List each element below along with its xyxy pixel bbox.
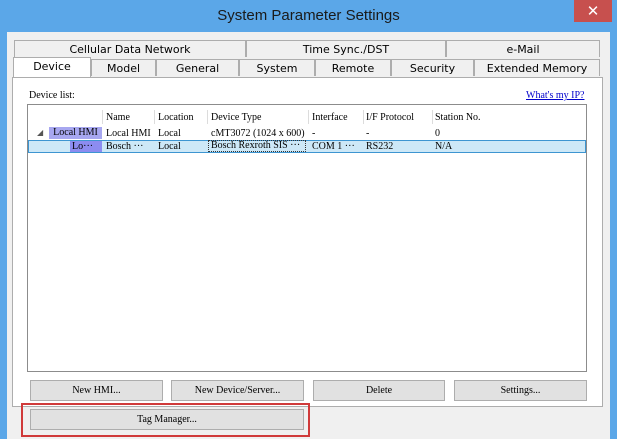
expand-icon[interactable]: ◢ [37,128,43,137]
row2-name: Bosch ··· [106,141,144,152]
tab-model[interactable]: Model [91,59,156,76]
tab-security[interactable]: Security [391,59,474,76]
new-device-server-button[interactable]: New Device/Server... [171,380,304,401]
header-separator [154,110,155,124]
tab-extended-memory[interactable]: Extended Memory [474,59,600,76]
column-header-station[interactable]: Station No. [435,112,481,123]
row1-location: Local [158,128,181,139]
row2-interface: COM 1 ··· [312,141,355,152]
title-bar[interactable]: System Parameter Settings ✕ [0,0,617,32]
column-header-interface[interactable]: Interface [312,112,348,123]
column-header-device-type[interactable]: Device Type [211,112,261,123]
tree-node-local-hmi[interactable]: Local HMI [49,127,102,139]
window-title: System Parameter Settings [217,7,400,24]
tab-time-sync-dst[interactable]: Time Sync./DST [246,40,446,57]
row1-interface: - [312,128,316,139]
header-separator [363,110,364,124]
tab-email[interactable]: e-Mail [446,40,600,57]
tab-device[interactable]: Device [13,57,91,77]
tab-remote[interactable]: Remote [315,59,391,76]
row1-protocol: - [366,128,370,139]
header-separator [207,110,208,124]
row1-device-type: cMT3072 (1024 x 600) [211,128,305,139]
close-button[interactable]: ✕ [574,0,612,22]
delete-button[interactable]: Delete [313,380,445,401]
row1-name: Local HMI [106,128,151,139]
header-separator [432,110,433,124]
whats-my-ip-link[interactable]: What's my IP? [526,90,584,101]
row2-station: N/A [435,141,453,152]
row2-location: Local [158,141,181,152]
column-header-location[interactable]: Location [158,112,194,123]
tab-cellular-data-network[interactable]: Cellular Data Network [14,40,246,57]
tab-system[interactable]: System [239,59,315,76]
new-hmi-button[interactable]: New HMI... [30,380,163,401]
settings-button[interactable]: Settings... [454,380,587,401]
header-separator [308,110,309,124]
row1-station: 0 [435,128,440,139]
device-list-label: Device list: [29,90,75,101]
column-header-protocol[interactable]: I/F Protocol [366,112,414,123]
row2-device-type[interactable]: Bosch Rexroth SIS ··· [208,140,306,152]
system-parameter-window: System Parameter Settings ✕ Cellular Dat… [0,0,617,439]
row2-protocol: RS232 [366,141,394,152]
tree-node-device[interactable]: Lo··· [70,141,102,152]
tab-general[interactable]: General [156,59,239,76]
header-separator [102,110,103,124]
column-header-name[interactable]: Name [106,112,130,123]
highlight-box [21,403,310,437]
